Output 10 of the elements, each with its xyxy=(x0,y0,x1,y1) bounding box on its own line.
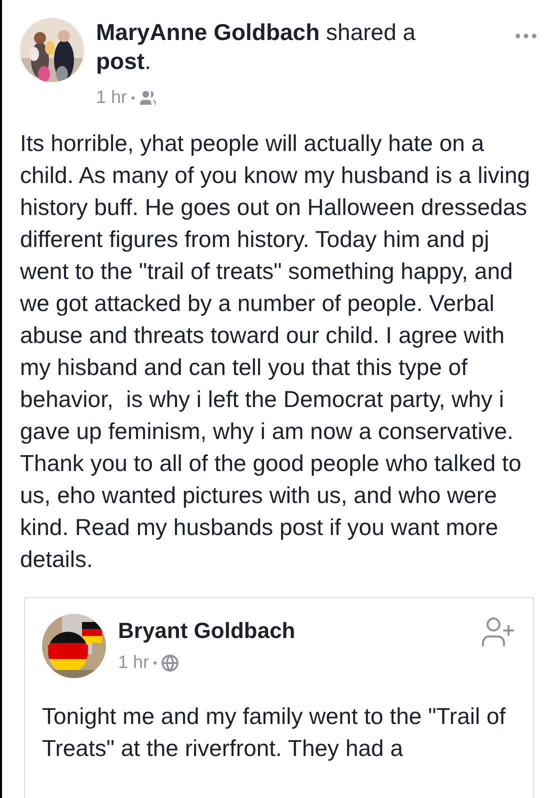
shared-post-time: 1 hr xyxy=(118,651,150,674)
post-body: Its horrible, yhat people will actually hate on a child. As many of you know my husband is a living history buff. He goes out on Halloween dressedas different figures from history. Today him and pj went to the "trail of treats" something happy, and we got attacked by a number of people. Verbal abuse and threats toward our child. I agree with my hisband and can tell you that this type of behavior, is why i left the Democrat party, why i gave up feminism, why i am now a conservative. Thank you to all of the good people who talked to us, eho wanted pictures with us, and who were kind. Read my husbands post if you want more details. xyxy=(19,129,532,574)
friends-icon xyxy=(139,88,158,106)
separator-dot: • xyxy=(153,654,158,672)
separator-dot: • xyxy=(131,90,136,106)
shared-author-name[interactable]: Bryant Goldbach xyxy=(118,616,468,645)
shared-post-body: Tonight me and my family went to the "Trail of Treats" at the riverfront. They had a xyxy=(42,702,507,763)
post-header-text: MaryAnne Goldbach shared a post. xyxy=(96,18,417,76)
globe-icon xyxy=(161,654,180,672)
post-time: 1 hr xyxy=(96,86,128,109)
